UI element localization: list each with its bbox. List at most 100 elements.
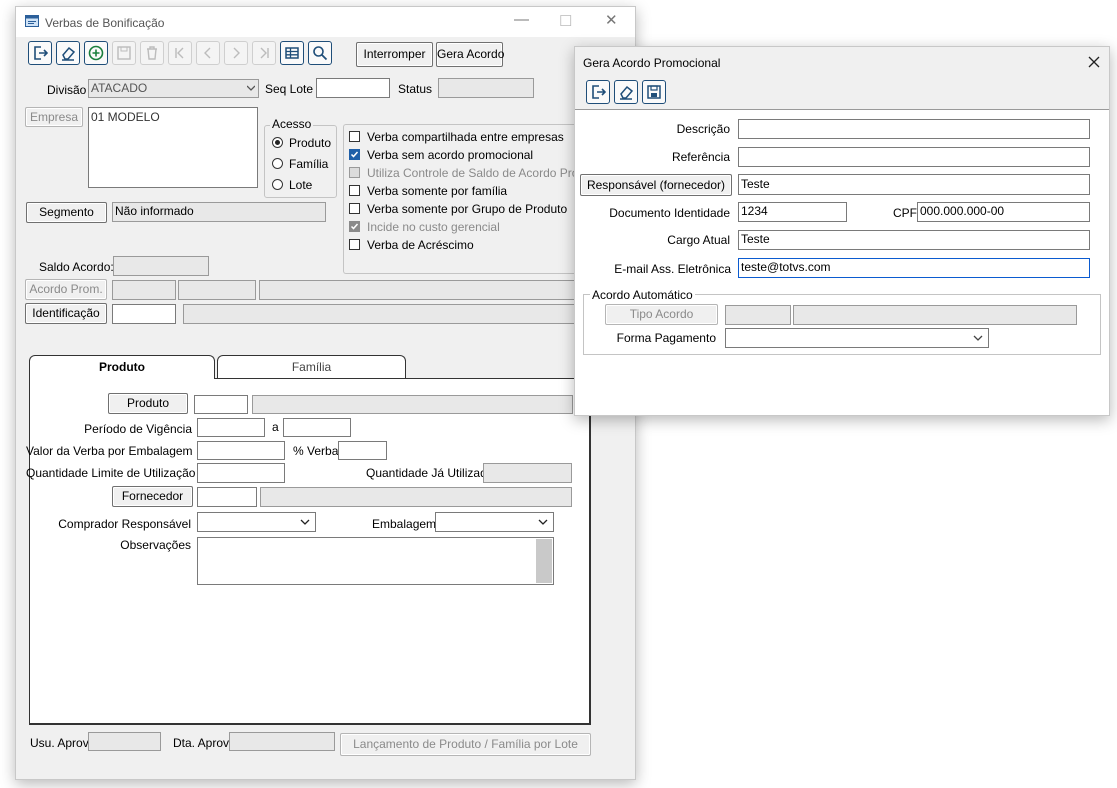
responsavel-input[interactable]: Teste [738, 174, 1090, 195]
acordo-prom-code [112, 280, 176, 300]
save-button[interactable] [112, 41, 136, 65]
cargo-input[interactable]: Teste [738, 230, 1090, 250]
seq-lote-input[interactable] [316, 78, 390, 98]
referencia-input[interactable] [738, 147, 1090, 167]
embalagem-select[interactable] [435, 512, 554, 532]
forma-pagamento-label: Forma Pagamento [616, 331, 716, 345]
exit-icon [592, 85, 606, 99]
checkbox-label: Verba somente por Grupo de Produto [367, 202, 568, 216]
pct-verba-input[interactable] [338, 441, 387, 460]
save-icon [647, 85, 661, 99]
acesso-radio-família[interactable]: Família [272, 157, 332, 171]
qtd-limite-input[interactable] [197, 463, 285, 483]
acesso-radio-lote[interactable]: Lote [272, 178, 332, 192]
add-button[interactable] [84, 41, 108, 65]
documento-label: Documento Identidade [609, 206, 730, 220]
grid-view-button[interactable] [280, 41, 304, 65]
exit-button[interactable] [28, 41, 52, 65]
dialog-exit-button[interactable] [586, 80, 610, 104]
cpf-input[interactable]: 000.000.000-00 [917, 202, 1090, 222]
qtd-limite-label: Quantidade Limite de Utilização [26, 466, 196, 480]
produto-code[interactable] [194, 395, 248, 414]
divisao-select[interactable]: ATACADO [88, 79, 259, 98]
email-input[interactable]: teste@totvs.com [738, 258, 1090, 278]
periodo-start-input[interactable] [197, 418, 265, 437]
acordo-prom-button[interactable]: Acordo Prom. [25, 279, 107, 300]
produto-button[interactable]: Produto [108, 393, 188, 414]
checkbox-box[interactable] [349, 149, 360, 160]
checkbox-box[interactable] [349, 185, 360, 196]
clear-button[interactable] [56, 41, 80, 65]
acesso-radio-produto[interactable]: Produto [272, 136, 332, 150]
option-checkbox[interactable]: Verba compartilhada entre empresas [349, 130, 589, 144]
identificacao-button[interactable]: Identificação [25, 303, 107, 324]
radio-indicator[interactable] [272, 179, 283, 190]
option-checkbox[interactable]: Verba somente por família [349, 184, 589, 198]
segmento-value: Não informado [115, 204, 194, 218]
gera-acordo-button[interactable]: Gera Acordo [436, 42, 504, 67]
gera-acordo-dialog: Gera Acordo Promocional Descrição Referê… [574, 46, 1110, 416]
exit-icon [34, 46, 48, 60]
fornecedor-description [260, 487, 572, 507]
chevron-down-icon [247, 85, 255, 91]
fornecedor-button[interactable]: Fornecedor [112, 486, 193, 507]
valor-verba-label: Valor da Verba por Embalagem [26, 444, 193, 458]
first-record-button[interactable] [168, 41, 192, 65]
checkbox-box[interactable] [349, 131, 360, 142]
checkbox-box[interactable] [349, 239, 360, 250]
responsavel-button[interactable]: Responsável (fornecedor) [580, 174, 732, 196]
tab-produto[interactable]: Produto [29, 355, 215, 379]
interromper-button[interactable]: Interromper [356, 42, 433, 67]
referencia-label: Referência [671, 150, 730, 164]
radio-indicator[interactable] [272, 137, 283, 148]
descricao-input[interactable] [738, 119, 1090, 139]
first-icon [175, 47, 184, 59]
close-icon[interactable] [1088, 56, 1100, 68]
minimize-icon[interactable]: — [514, 11, 529, 28]
lancamento-lote-button[interactable]: Lançamento de Produto / Família por Lote [340, 733, 591, 756]
valor-verba-input[interactable] [197, 441, 285, 460]
documento-input[interactable]: 1234 [738, 202, 847, 222]
option-checkbox[interactable]: Verba sem acordo promocional [349, 148, 589, 162]
observacoes-textarea[interactable] [197, 537, 554, 585]
close-icon[interactable]: ✕ [605, 11, 618, 29]
segmento-button[interactable]: Segmento [26, 202, 107, 223]
periodo-end-input[interactable] [283, 418, 351, 437]
observacoes-scrollbar[interactable] [536, 539, 552, 583]
checkbox-label: Verba de Acréscimo [367, 238, 474, 252]
search-button[interactable] [308, 41, 332, 65]
tab-produto-label: Produto [99, 360, 145, 374]
empresa-button[interactable]: Empresa [25, 107, 83, 127]
checkbox-label: Verba sem acordo promocional [367, 148, 534, 162]
radio-indicator[interactable] [272, 158, 283, 169]
fornecedor-code[interactable] [197, 487, 257, 507]
segmento-field: Não informado [112, 202, 326, 222]
checkbox-label: Verba compartilhada entre empresas [367, 130, 564, 144]
delete-button[interactable] [140, 41, 164, 65]
comprador-select[interactable] [197, 512, 316, 532]
tipo-acordo-button[interactable]: Tipo Acordo [605, 304, 718, 325]
tab-familia[interactable]: Família [217, 355, 406, 378]
option-checkbox[interactable]: Verba de Acréscimo [349, 238, 589, 252]
identificacao-code[interactable] [112, 304, 176, 324]
produto-description [252, 395, 573, 414]
empresa-list-item[interactable]: 01 MODELO [91, 110, 160, 124]
dta-aprov-field [229, 732, 335, 751]
tipo-acordo-code [725, 305, 791, 325]
next-record-button[interactable] [224, 41, 248, 65]
option-checkbox[interactable]: Verba somente por Grupo de Produto [349, 202, 589, 216]
chevron-left-icon [204, 47, 211, 59]
last-record-button[interactable] [252, 41, 276, 65]
table-icon [285, 47, 299, 59]
maximize-icon[interactable]: ☐ [559, 12, 572, 30]
email-label: E-mail Ass. Eletrônica [614, 262, 731, 276]
dialog-clear-button[interactable] [614, 80, 638, 104]
forma-pagamento-select[interactable] [725, 328, 989, 348]
chevron-down-icon [973, 335, 983, 341]
empresa-list[interactable]: 01 MODELO [88, 107, 258, 188]
dta-aprov-label: Dta. Aprov. [173, 736, 232, 750]
acesso-label: Acesso [270, 117, 314, 131]
dialog-save-button[interactable] [642, 80, 666, 104]
previous-record-button[interactable] [196, 41, 220, 65]
checkbox-box[interactable] [349, 203, 360, 214]
